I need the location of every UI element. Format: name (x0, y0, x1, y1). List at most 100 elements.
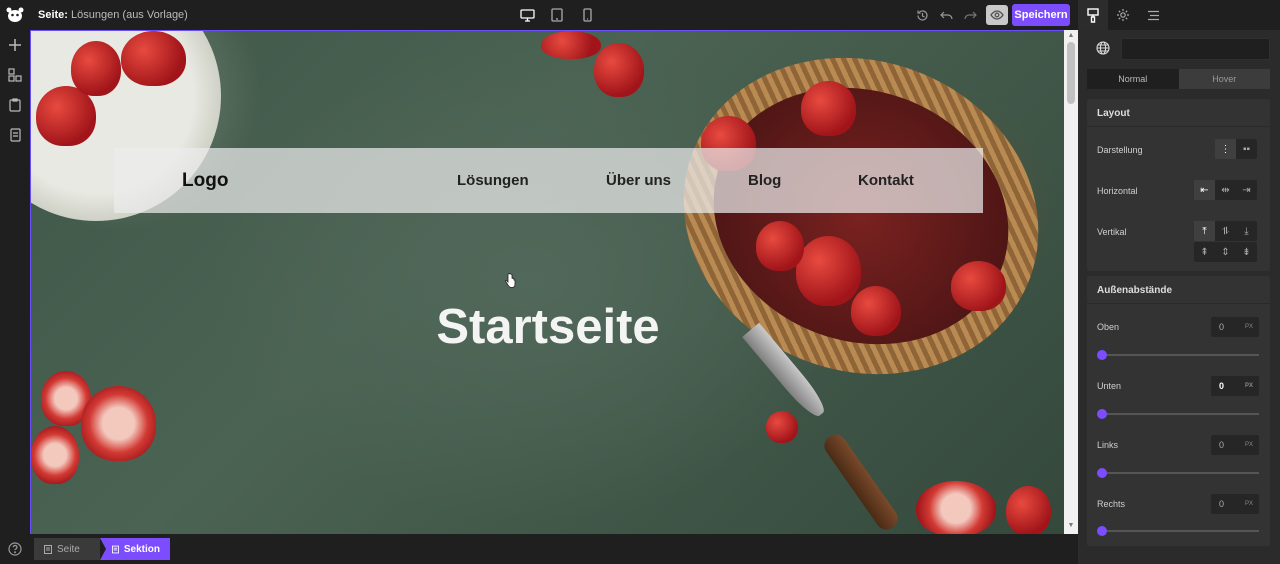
device-switcher (518, 6, 596, 24)
vertical-distribute-group: ⇞ ⇕ ⇟ (1194, 242, 1257, 262)
display-block-icon[interactable]: ⋮ (1215, 139, 1236, 159)
strawberry-image (1006, 486, 1051, 534)
align-left-icon[interactable]: ⇤ (1194, 180, 1215, 200)
class-selector-row (1078, 38, 1280, 62)
vertical-align-group: ⤒ ⥮ ⤓ (1194, 221, 1257, 241)
state-tab-normal[interactable]: Normal (1087, 69, 1179, 89)
style-brush-icon[interactable] (1078, 0, 1108, 30)
page-builder-app: Seite: Lösungen (aus Vorlage) Speichern … (0, 0, 1280, 564)
nav-link-ueber-uns[interactable]: Über uns (606, 172, 671, 189)
nav-link-loesungen[interactable]: Lösungen (457, 172, 529, 189)
margin-bottom-value: 0 (1219, 381, 1225, 391)
layout-section-title[interactable]: Layout (1087, 99, 1270, 127)
slider-knob[interactable] (1097, 526, 1107, 536)
inspector-tabs (1078, 0, 1280, 30)
slider-knob[interactable] (1097, 468, 1107, 478)
mouse-cursor-icon (504, 273, 516, 293)
margin-top-input[interactable]: 0 PX (1211, 317, 1259, 337)
history-icon[interactable] (913, 6, 931, 24)
layout-section: Layout Darstellung ⋮ ▪▪ Horizontal ⇤ ⇹ ⇥… (1087, 99, 1270, 271)
margin-top-label: Oben (1097, 322, 1120, 332)
margin-right-input[interactable]: 0 PX (1211, 494, 1259, 514)
distribute-bottom-icon[interactable]: ⇟ (1236, 242, 1257, 262)
margin-left-input[interactable]: 0 PX (1211, 435, 1259, 455)
margin-left-unit: PX (1244, 442, 1253, 448)
display-toggle-group: ⋮ ▪▪ (1215, 139, 1257, 159)
breadcrumb-section-label: Sektion (123, 543, 160, 555)
site-logo[interactable]: Logo (182, 170, 228, 192)
margin-bottom-input[interactable]: 0 PX (1211, 376, 1259, 396)
breadcrumb-page[interactable]: Seite (34, 538, 100, 560)
margin-top-slider[interactable] (1097, 350, 1259, 360)
redo-icon[interactable] (961, 6, 979, 24)
style-inspector-panel: Normal Hover Layout Darstellung ⋮ ▪▪ Hor… (1078, 30, 1280, 564)
strawberry-image (801, 81, 856, 136)
align-top-icon[interactable]: ⤒ (1194, 221, 1215, 241)
strawberry-half-image (916, 481, 996, 534)
align-right-icon[interactable]: ⇥ (1236, 180, 1257, 200)
scroll-thumb[interactable] (1067, 42, 1075, 104)
save-button[interactable]: Speichern (1012, 4, 1070, 26)
margins-section-title[interactable]: Außenabstände (1087, 276, 1270, 304)
top-toolbar: Seite: Lösungen (aus Vorlage) Speichern (0, 0, 1078, 30)
strawberry-image (594, 43, 644, 97)
app-logo-icon[interactable] (0, 0, 30, 30)
margin-bottom-unit: PX (1244, 383, 1253, 389)
slider-knob[interactable] (1097, 350, 1107, 360)
page-prefix: Seite: (38, 9, 68, 21)
margin-right-unit: PX (1244, 501, 1253, 507)
layers-menu-icon[interactable] (1138, 0, 1168, 30)
globe-icon[interactable] (1096, 41, 1110, 60)
settings-gear-icon[interactable] (1108, 0, 1138, 30)
margin-left-value: 0 (1219, 440, 1225, 450)
desktop-view-icon[interactable] (518, 6, 536, 24)
mobile-view-icon[interactable] (578, 6, 596, 24)
strawberry-half-image (31, 426, 79, 484)
preview-eye-icon[interactable] (986, 5, 1008, 25)
align-middle-icon[interactable]: ⥮ (1215, 221, 1236, 241)
breadcrumb-section[interactable]: Sektion (100, 538, 170, 560)
strawberry-image (541, 31, 601, 59)
distribute-top-icon[interactable]: ⇞ (1194, 242, 1215, 262)
nav-link-blog[interactable]: Blog (748, 172, 781, 189)
clipboard-icon[interactable] (0, 90, 30, 120)
current-page-label[interactable]: Seite: Lösungen (aus Vorlage) (38, 9, 188, 21)
distribute-center-icon[interactable]: ⇕ (1215, 242, 1236, 262)
strawberry-image (756, 221, 804, 271)
page-canvas[interactable]: Logo Lösungen Über uns Blog Kontakt Star… (30, 30, 1064, 534)
strawberry-image (796, 236, 861, 306)
vertical-label: Vertikal (1097, 227, 1127, 237)
pages-icon[interactable] (0, 120, 30, 150)
scroll-up-icon[interactable]: ▲ (1067, 32, 1075, 40)
strawberry-image (121, 31, 186, 86)
add-element-icon[interactable] (0, 30, 30, 60)
strawberry-image (766, 411, 798, 443)
scroll-down-icon[interactable]: ▼ (1067, 522, 1075, 530)
hero-title[interactable]: Startseite (31, 299, 1064, 355)
strawberry-image (71, 41, 121, 96)
breadcrumb-page-label: Seite (57, 543, 80, 555)
margin-bottom-slider[interactable] (1097, 409, 1259, 419)
nav-link-kontakt[interactable]: Kontakt (858, 172, 914, 189)
align-center-h-icon[interactable]: ⇹ (1215, 180, 1236, 200)
margin-left-slider[interactable] (1097, 468, 1259, 478)
display-label: Darstellung (1097, 145, 1143, 155)
slider-knob[interactable] (1097, 409, 1107, 419)
display-inline-icon[interactable]: ▪▪ (1236, 139, 1257, 159)
knife-handle-image (820, 430, 902, 534)
margins-section: Außenabstände Oben 0 PX Unten 0 PX Links… (1087, 276, 1270, 546)
class-selector-input[interactable] (1121, 38, 1270, 60)
help-icon[interactable] (8, 542, 22, 561)
tablet-view-icon[interactable] (548, 6, 566, 24)
site-navbar[interactable]: Logo Lösungen Über uns Blog Kontakt (114, 148, 983, 213)
left-sidebar (0, 30, 30, 534)
margin-right-label: Rechts (1097, 499, 1126, 509)
canvas-scrollbar[interactable]: ▲ ▼ (1064, 30, 1078, 534)
layout-blocks-icon[interactable] (0, 60, 30, 90)
margin-right-slider[interactable] (1097, 526, 1259, 536)
state-tab-hover[interactable]: Hover (1178, 69, 1270, 89)
margin-top-value: 0 (1219, 322, 1225, 332)
page-name: Lösungen (aus Vorlage) (71, 9, 188, 21)
undo-icon[interactable] (937, 6, 955, 24)
align-bottom-icon[interactable]: ⤓ (1236, 221, 1257, 241)
